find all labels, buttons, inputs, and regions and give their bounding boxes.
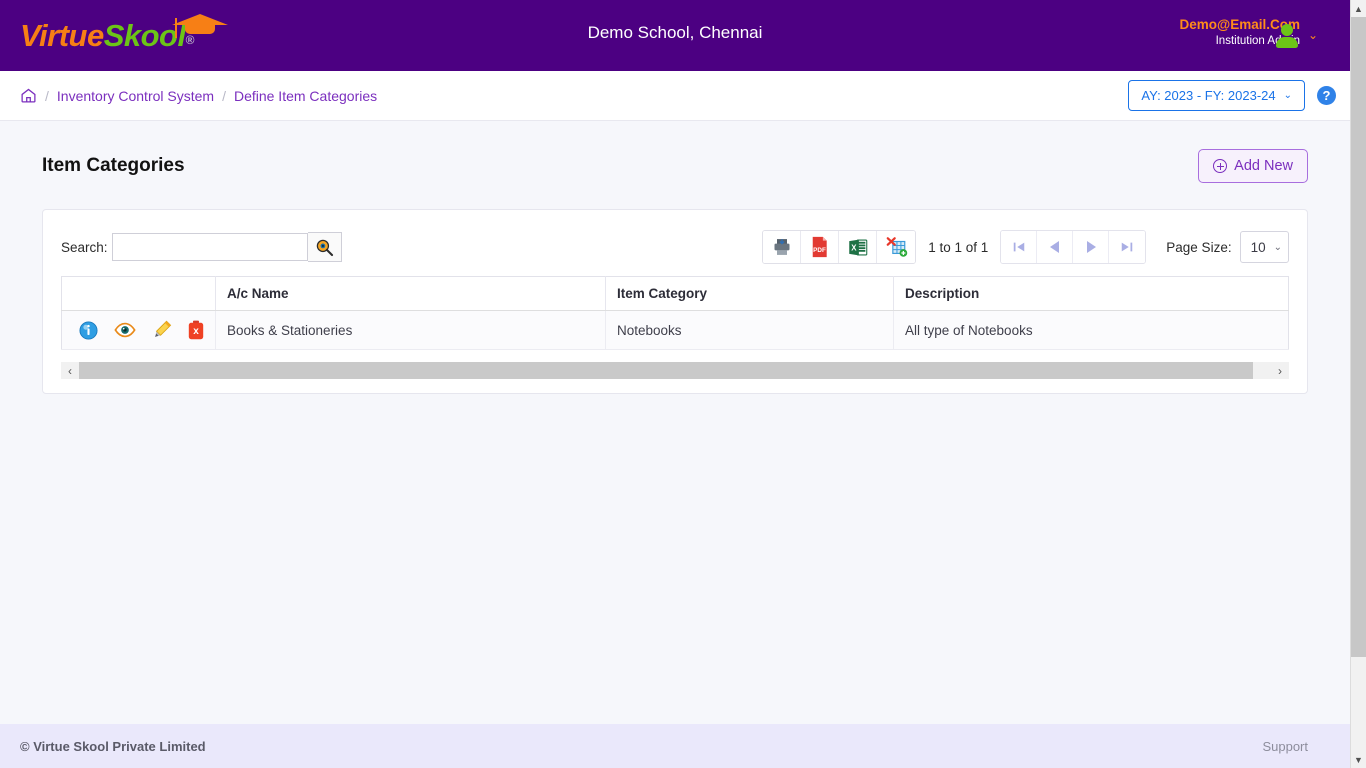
item-categories-table: A/c Name Item Category Description x Boo…	[61, 276, 1289, 350]
previous-page-icon	[1049, 241, 1059, 253]
breadcrumb-item-define-item-categories[interactable]: Define Item Categories	[234, 88, 377, 104]
table-header-row: A/c Name Item Category Description	[61, 276, 1289, 311]
breadcrumb-item-inventory-control-system[interactable]: Inventory Control System	[57, 88, 214, 104]
cell-item-category: Notebooks	[605, 310, 894, 350]
next-page-button[interactable]	[1073, 231, 1110, 263]
view-eye-icon[interactable]	[114, 322, 136, 338]
breadcrumb-bar: / Inventory Control System / Define Item…	[0, 71, 1350, 121]
pdf-icon: PDF	[812, 236, 827, 258]
column-header-item-category: Item Category	[605, 276, 894, 311]
scroll-up-arrow-icon[interactable]: ▲	[1351, 0, 1366, 17]
main-content: Item Categories Add New Search: PDF X 1 …	[0, 121, 1350, 724]
help-icon[interactable]: ?	[1317, 86, 1336, 105]
magnifier-icon	[316, 239, 333, 256]
page-size-value: 10	[1250, 239, 1266, 255]
cell-description: All type of Notebooks	[893, 310, 1289, 350]
column-header-actions	[61, 276, 216, 311]
printer-icon	[774, 239, 790, 255]
breadcrumb: / Inventory Control System / Define Item…	[20, 87, 377, 104]
breadcrumb-separator-2: /	[222, 87, 226, 104]
first-page-button[interactable]	[1001, 231, 1038, 263]
row-actions-cell: x	[61, 310, 216, 350]
xml-grid-icon	[886, 237, 907, 257]
page-size-label: Page Size:	[1166, 239, 1232, 255]
user-avatar-icon[interactable]	[1276, 24, 1298, 48]
table-body: x Books & Stationeries Notebooks All typ…	[61, 310, 1289, 350]
search-button[interactable]	[307, 232, 342, 262]
svg-text:x: x	[193, 326, 199, 337]
breadcrumb-right-controls: AY: 2023 - FY: 2023-24 ⌄ ?	[1128, 80, 1336, 111]
delete-icon[interactable]: x	[188, 320, 204, 340]
add-new-label: Add New	[1234, 158, 1293, 174]
column-header-description: Description	[893, 276, 1289, 311]
page-header: Item Categories Add New	[42, 149, 1308, 183]
page-footer: © Virtue Skool Private Limited Support	[0, 724, 1350, 768]
chevron-down-icon: ⌄	[1273, 241, 1282, 253]
cell-ac-name: Books & Stationeries	[215, 310, 606, 350]
scroll-right-arrow-icon[interactable]: ›	[1271, 362, 1289, 379]
academic-year-selector[interactable]: AY: 2023 - FY: 2023-24 ⌄	[1128, 80, 1305, 111]
search-input[interactable]	[111, 233, 308, 261]
page-size-select[interactable]: 10 ⌄	[1239, 231, 1289, 263]
excel-export-button[interactable]: X	[839, 231, 878, 263]
grid-toolbar-right: PDF X 1 to 1 of 1 Page Size: 10 ⌄	[762, 230, 1289, 264]
browser-scroll-thumb[interactable]	[1351, 17, 1366, 657]
school-title: Demo School, Chennai	[587, 23, 763, 42]
first-page-icon	[1013, 242, 1025, 252]
column-header-ac-name: A/c Name	[215, 276, 606, 311]
app-page: VirtueSkool® Demo School, Chennai Demo@E…	[0, 0, 1350, 768]
search-label: Search:	[61, 239, 108, 255]
home-icon[interactable]	[20, 87, 37, 104]
add-new-button[interactable]: Add New	[1198, 149, 1308, 183]
browser-scrollbar[interactable]: ▲ ▼	[1350, 0, 1366, 768]
page-title: Item Categories	[42, 155, 185, 176]
browser-viewport: VirtueSkool® Demo School, Chennai Demo@E…	[0, 0, 1366, 768]
table-row[interactable]: x Books & Stationeries Notebooks All typ…	[61, 310, 1289, 350]
last-page-icon	[1122, 242, 1133, 252]
previous-page-button[interactable]	[1037, 231, 1074, 263]
footer-copyright: © Virtue Skool Private Limited	[20, 738, 206, 754]
pdf-export-button[interactable]: PDF	[801, 231, 840, 263]
chevron-down-icon[interactable]: ⌄	[1308, 28, 1318, 42]
record-count: 1 to 1 of 1	[928, 239, 989, 255]
pagination-controls	[1000, 230, 1147, 264]
scroll-track[interactable]	[79, 362, 1271, 379]
svg-text:X: X	[851, 243, 857, 252]
academic-year-label: AY: 2023 - FY: 2023-24	[1141, 88, 1276, 103]
chevron-down-icon: ⌄	[1283, 90, 1292, 101]
xml-export-button[interactable]	[877, 231, 916, 263]
scroll-thumb[interactable]	[79, 362, 1254, 379]
plus-circle-icon	[1213, 159, 1228, 173]
info-icon[interactable]	[79, 320, 98, 340]
svg-text:PDF: PDF	[813, 247, 826, 254]
scroll-left-arrow-icon[interactable]: ‹	[61, 362, 79, 379]
excel-icon: X	[848, 239, 868, 255]
search-group: Search:	[61, 232, 342, 262]
top-header-bar: VirtueSkool® Demo School, Chennai Demo@E…	[0, 0, 1350, 71]
next-page-icon	[1086, 241, 1096, 253]
grid-toolbar: Search: PDF X 1 to 1 of 1 Page Size: 10 …	[61, 230, 1289, 264]
breadcrumb-separator-1: /	[45, 87, 49, 104]
table-horizontal-scrollbar[interactable]: ‹ ›	[61, 362, 1289, 379]
item-categories-grid-card: Search: PDF X 1 to 1 of 1 Page Size: 10 …	[42, 209, 1308, 394]
scroll-down-arrow-icon[interactable]: ▼	[1351, 751, 1366, 768]
print-export-button[interactable]	[763, 231, 802, 263]
export-button-group: PDF X	[762, 230, 917, 264]
footer-support-link[interactable]: Support	[1262, 739, 1308, 754]
last-page-button[interactable]	[1109, 231, 1146, 263]
edit-pencil-icon[interactable]	[152, 320, 172, 340]
table-header: A/c Name Item Category Description	[61, 276, 1289, 311]
